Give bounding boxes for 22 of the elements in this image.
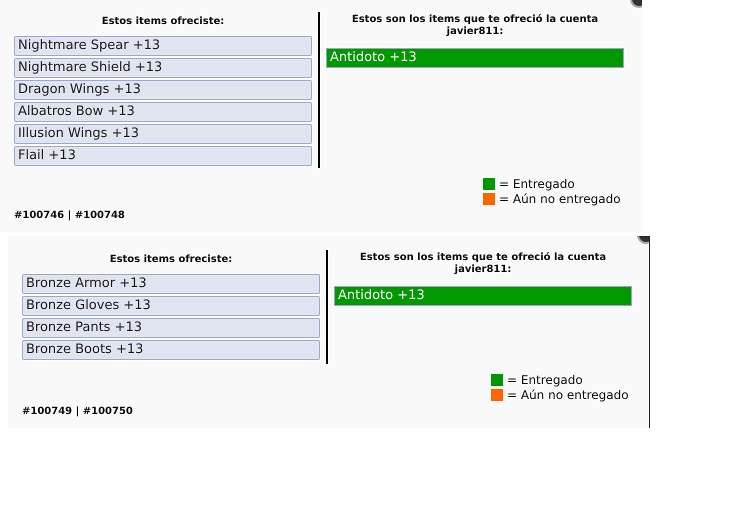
item-entry: Antidoto +13 bbox=[326, 48, 624, 68]
item-entry: Bronze Gloves +13 bbox=[22, 296, 320, 316]
legend-label: = Aún no entregado bbox=[507, 386, 629, 404]
section-heading: Estos items ofreciste: bbox=[108, 253, 234, 267]
item-entry: Illusion Wings +13 bbox=[14, 124, 312, 144]
item-entry: Flail +13 bbox=[14, 146, 312, 166]
legend-label: = Entregado bbox=[507, 372, 583, 388]
item-entry: Dragon Wings +13 bbox=[14, 80, 312, 100]
trade-ids: #100749 | #100750 bbox=[22, 405, 134, 419]
item-entry: Bronze Boots +13 bbox=[22, 340, 320, 360]
item-entry: Nightmare Spear +13 bbox=[14, 36, 312, 56]
item-entry: Albatros Bow +13 bbox=[14, 102, 312, 122]
section-heading: Estos son los items que te ofreció la cuenta javier811: bbox=[358, 251, 608, 277]
item-entry: Nightmare Shield +13 bbox=[14, 58, 312, 78]
item-entry: Bronze Pants +13 bbox=[22, 318, 320, 338]
item-entry: Bronze Armor +13 bbox=[22, 274, 320, 294]
section-heading: Estos son los items que te ofreció la cuenta javier811: bbox=[350, 13, 600, 39]
trade-ids: #100746 | #100748 bbox=[14, 209, 126, 223]
legend-label: = Aún no entregado bbox=[499, 190, 621, 208]
legend-label: = Entregado bbox=[499, 176, 575, 192]
section-heading: Estos items ofreciste: bbox=[100, 15, 226, 29]
item-entry: Antidoto +13 bbox=[334, 286, 632, 306]
